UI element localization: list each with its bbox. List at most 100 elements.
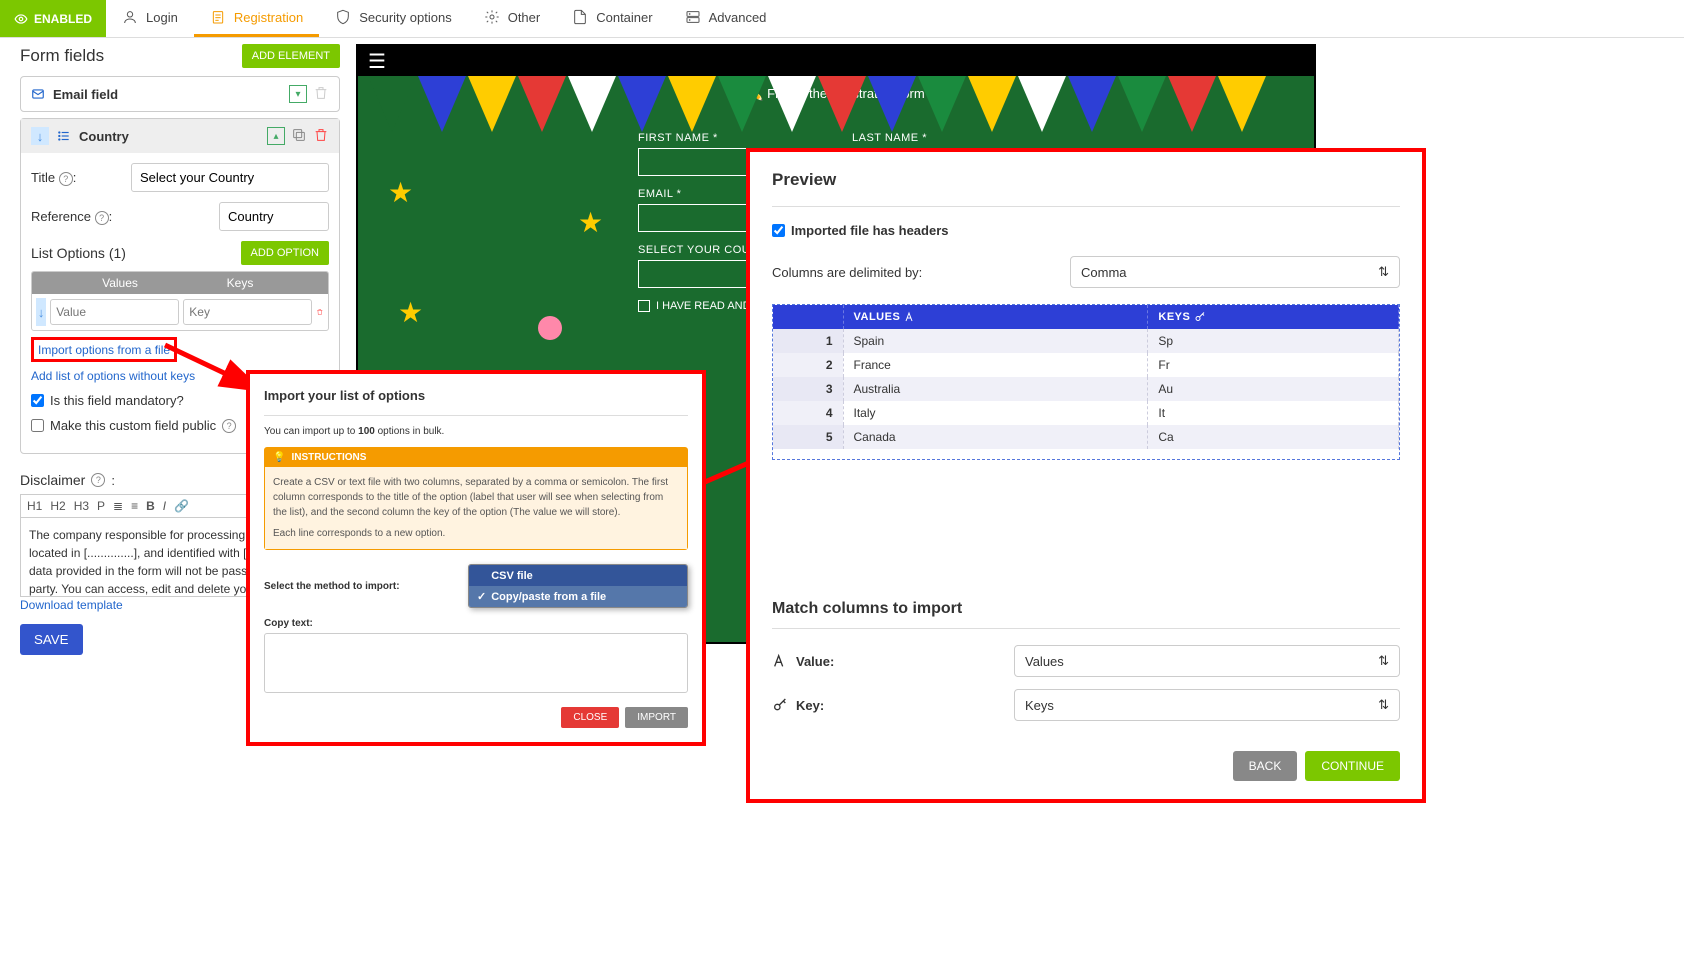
table-row: 3AustraliaAu [773,377,1399,401]
tab-security-label: Security options [359,10,452,25]
drag-handle[interactable]: ↓ [31,127,49,145]
mandatory-label: Is this field mandatory? [50,393,184,408]
sort-handle[interactable]: ↓ [36,298,46,326]
preview-table: VALUES KEYS 1SpainSp2FranceFr3AustraliaA… [772,304,1400,460]
table-row: 4ItalyIt [773,401,1399,425]
close-button[interactable]: CLOSE [561,707,619,728]
list-icon [57,129,71,143]
rte-h3[interactable]: H3 [74,499,89,513]
public-label: Make this custom field public [50,418,216,433]
import-options-link[interactable]: Import options from a file [38,343,170,357]
list-options-title: List Options (1) [31,245,126,261]
tab-other-label: Other [508,10,541,25]
page-icon [572,9,588,25]
field-email: Email field ▾ [20,76,340,112]
tab-container[interactable]: Container [556,0,668,37]
trash-icon[interactable] [313,85,329,101]
method-option-csv[interactable]: ✓CSV file [469,565,687,586]
instructions-text-2: Each line corresponds to a new option. [273,526,679,541]
tab-login[interactable]: Login [106,0,194,37]
star-icon: ★ [398,296,423,329]
rte-bold[interactable]: B [146,499,155,513]
rte-p[interactable]: P [97,499,105,513]
import-button[interactable]: IMPORT [625,707,688,728]
tab-other[interactable]: Other [468,0,557,37]
method-dropdown[interactable]: ✓CSV file ✓Copy/paste from a file [468,564,688,608]
mandatory-checkbox[interactable] [31,394,44,407]
help-icon[interactable]: ? [95,211,109,225]
chevron-updown-icon: ⇅ [1378,697,1389,713]
key-match-select[interactable]: Keys⇅ [1014,689,1400,721]
rte-ul-icon[interactable]: ≣ [113,499,123,513]
delimiter-value: Comma [1081,265,1127,280]
options-table: Values Keys ↓ [31,271,329,331]
shield-icon [335,9,351,25]
rte-link-icon[interactable]: 🔗 [174,499,189,513]
import-link-highlight: Import options from a file [31,337,177,362]
table-row: 5CanadaCa [773,425,1399,449]
enabled-badge[interactable]: ENABLED [0,0,106,37]
trash-icon[interactable] [313,127,329,143]
value-match-label: Value: [796,654,834,669]
value-match-select[interactable]: Values⇅ [1014,645,1400,677]
help-icon[interactable]: ? [59,172,73,186]
has-headers-checkbox[interactable] [772,224,785,237]
copy-textarea[interactable] [264,633,688,693]
public-checkbox[interactable] [31,419,44,432]
add-without-keys-link[interactable]: Add list of options without keys [31,369,195,383]
star-icon: ★ [578,206,603,239]
table-row: 2FranceFr [773,353,1399,377]
country-field-label: Country [79,129,259,144]
method-option-copy[interactable]: ✓Copy/paste from a file [469,586,687,607]
help-icon[interactable]: ? [91,473,105,487]
duplicate-icon[interactable] [291,127,307,143]
back-button[interactable]: BACK [1233,751,1298,781]
hamburger-icon[interactable]: ☰ [368,49,386,74]
tab-security[interactable]: Security options [319,0,468,37]
first-name-label: FIRST NAME * [638,132,828,144]
value-input[interactable] [50,299,179,325]
tab-registration-label: Registration [234,10,303,25]
bulb-icon: 💡 [273,452,285,463]
top-tabs: ENABLED Login Registration Security opti… [0,0,1684,38]
key-icon [772,697,788,713]
trash-icon[interactable] [316,303,324,321]
add-element-button[interactable]: ADD ELEMENT [242,44,340,68]
star-icon: ★ [388,176,413,209]
instructions-box: 💡INSTRUCTIONS Create a CSV or text file … [264,447,688,550]
add-option-button[interactable]: ADD OPTION [241,241,329,265]
font-icon [904,311,916,323]
rte-italic[interactable]: I [163,499,166,513]
tab-registration[interactable]: Registration [194,0,319,37]
title-input[interactable] [131,163,329,192]
table-row: 1SpainSp [773,329,1399,353]
tab-advanced[interactable]: Advanced [669,0,783,37]
values-header: Values [60,272,180,294]
rte-h1[interactable]: H1 [27,499,42,513]
instructions-text-1: Create a CSV or text file with two colum… [273,475,679,520]
import-note: You can import up to 100 options in bulk… [264,426,688,437]
keys-header: Keys [180,272,300,294]
collapse-icon[interactable]: ▴ [267,127,285,145]
method-label: Select the method to import: [264,581,400,592]
title-label: Title ?: [31,170,121,186]
save-button[interactable]: SAVE [20,624,83,655]
continue-button[interactable]: CONTINUE [1305,751,1400,781]
enabled-label: ENABLED [34,12,92,26]
last-name-label: LAST NAME * [852,132,1042,144]
preview-panel: Preview Imported file has headers Column… [746,148,1426,803]
delimiter-select[interactable]: Comma ⇅ [1070,256,1400,288]
decoration-circle [538,316,562,340]
rte-ol-icon[interactable]: ≡ [131,499,138,513]
key-icon [1194,311,1206,323]
help-icon[interactable]: ? [222,419,236,433]
rte-h2[interactable]: H2 [50,499,65,513]
accept-checkbox[interactable] [638,300,650,312]
match-title: Match columns to import [772,600,1400,618]
key-input[interactable] [183,299,312,325]
delimiter-label: Columns are delimited by: [772,265,922,280]
expand-icon[interactable]: ▾ [289,85,307,103]
download-template-link[interactable]: Download template [20,598,123,612]
reference-label: Reference ?: [31,209,121,225]
reference-input[interactable] [219,202,329,231]
